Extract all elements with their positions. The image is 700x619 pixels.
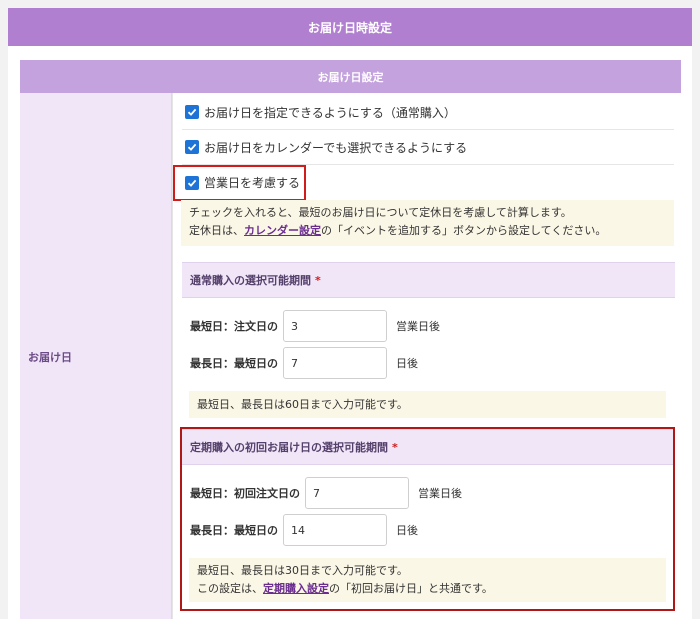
normal-shortest-label: 最短日：注文日の: [190, 320, 278, 333]
checkbox-row-specify-date[interactable]: お届け日を指定できるようにする（通常購入）: [182, 95, 674, 130]
checkbox-row-calendar[interactable]: お届け日をカレンダーでも選択できるようにする: [182, 130, 674, 165]
note-text: 定休日は、: [189, 224, 244, 237]
page-header: お届け日時設定: [8, 8, 692, 46]
note-line-2: 定休日は、カレンダー設定の「イベントを追加する」ボタンから設定してください。: [189, 222, 666, 240]
normal-longest-input[interactable]: 7: [283, 347, 387, 379]
business-days-note: チェックを入れると、最短のお届け日について定休日を考慮して計算します。 定休日は…: [181, 200, 674, 246]
section-header: お届け日設定: [20, 60, 681, 93]
checkbox-specify-date[interactable]: [185, 105, 199, 119]
check-icon: [187, 143, 197, 151]
normal-note-text: 最短日、最長日は60日まで入力可能です。: [197, 397, 408, 411]
required-mark: *: [315, 273, 321, 287]
normal-period-title: 通常購入の選択可能期間: [190, 274, 311, 287]
page-title: お届け日時設定: [307, 20, 392, 35]
checkbox-label-specify-date: お届け日を指定できるようにする（通常購入）: [204, 105, 456, 120]
checkbox-calendar[interactable]: [185, 140, 199, 154]
check-icon: [187, 108, 197, 116]
note-text: の「イベントを追加する」ボタンから設定してください。: [321, 224, 607, 237]
checkbox-label-calendar: お届け日をカレンダーでも選択できるようにする: [204, 140, 468, 155]
normal-shortest-unit: 営業日後: [396, 320, 440, 333]
normal-longest-row: 最長日：最短日の 7 日後: [190, 347, 418, 379]
delivery-date-label: お届け日: [28, 351, 72, 364]
normal-shortest-row: 最短日：注文日の 3 営業日後: [190, 310, 440, 342]
normal-period-header: 通常購入の選択可能期間 *: [182, 262, 675, 298]
section-title: お届け日設定: [317, 70, 384, 84]
subscription-period-highlight: [180, 427, 675, 611]
normal-shortest-input[interactable]: 3: [283, 310, 387, 342]
note-line-1: チェックを入れると、最短のお届け日について定休日を考慮して計算します。: [189, 206, 572, 219]
business-days-highlight: [173, 165, 306, 201]
normal-period-note: 最短日、最長日は60日まで入力可能です。: [189, 391, 666, 418]
row-label-cell: お届け日: [20, 93, 172, 619]
calendar-settings-link[interactable]: カレンダー設定: [244, 224, 321, 237]
normal-longest-label: 最長日：最短日の: [190, 357, 278, 370]
normal-longest-unit: 日後: [396, 357, 418, 370]
